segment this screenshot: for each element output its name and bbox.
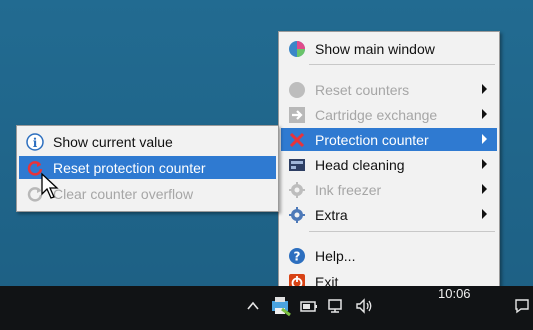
- taskbar: 10:06: [0, 286, 533, 330]
- ink-freezer-icon: [287, 180, 307, 200]
- submenu-arrow-icon: [482, 209, 487, 219]
- mouse-cursor-icon: [41, 172, 59, 199]
- tray-context-menu: Show main window Reset counters Cartridg…: [278, 31, 500, 305]
- menu-item-protection-counter[interactable]: Protection counter: [281, 128, 497, 151]
- menu-item-label: Protection counter: [315, 131, 429, 148]
- menu-separator: [309, 64, 495, 65]
- cartridge-exchange-icon: [287, 105, 307, 125]
- menu-item-cartridge-exchange[interactable]: Cartridge exchange: [281, 103, 497, 126]
- menu-item-label: Show main window: [315, 40, 435, 57]
- submenu-arrow-icon: [482, 159, 487, 169]
- menu-item-extra[interactable]: Extra: [281, 203, 497, 226]
- menu-item-label: Cartridge exchange: [315, 106, 438, 123]
- menu-item-label: Ink freezer: [315, 181, 382, 198]
- svg-text:?: ?: [294, 249, 301, 263]
- head-cleaning-icon: [287, 155, 307, 175]
- menu-item-label: Help...: [315, 247, 356, 264]
- protection-counter-icon: [287, 130, 307, 150]
- network-icon[interactable]: [327, 298, 347, 318]
- help-icon: ?: [287, 246, 307, 266]
- action-center-icon[interactable]: [514, 298, 530, 318]
- menu-item-help[interactable]: ? Help...: [281, 244, 497, 267]
- menu-item-label: Extra: [315, 206, 348, 223]
- battery-icon[interactable]: [300, 298, 320, 318]
- menu-item-head-cleaning[interactable]: Head cleaning: [281, 153, 497, 176]
- menu-item-label: Reset counters: [315, 81, 410, 98]
- submenu-arrow-icon: [482, 84, 487, 94]
- extra-icon: [287, 205, 307, 225]
- menu-separator: [309, 231, 495, 232]
- submenu-item-show-current-value[interactable]: i Show current value: [19, 130, 276, 153]
- svg-text:i: i: [33, 136, 38, 150]
- reset-counters-icon: [287, 80, 307, 100]
- submenu-arrow-icon: [482, 184, 487, 194]
- submenu-item-label: Show current value: [53, 133, 173, 150]
- submenu-item-label: Reset protection counter: [53, 159, 206, 176]
- info-icon: i: [25, 132, 45, 152]
- printer-utility-tray-icon[interactable]: [270, 295, 292, 317]
- menu-item-label: Head cleaning: [315, 156, 405, 173]
- submenu-arrow-icon: [482, 134, 487, 144]
- submenu-arrow-icon: [482, 109, 487, 119]
- menu-item-reset-counters[interactable]: Reset counters: [281, 78, 497, 101]
- volume-icon[interactable]: [355, 298, 375, 318]
- taskbar-clock[interactable]: 10:06: [438, 286, 471, 302]
- submenu-item-label: Clear counter overflow: [53, 185, 194, 202]
- show-main-window-icon: [287, 39, 307, 59]
- menu-item-show-main-window[interactable]: Show main window: [281, 37, 497, 60]
- menu-item-ink-freezer[interactable]: Ink freezer: [281, 178, 497, 201]
- show-hidden-icons-chevron-icon[interactable]: [246, 298, 260, 318]
